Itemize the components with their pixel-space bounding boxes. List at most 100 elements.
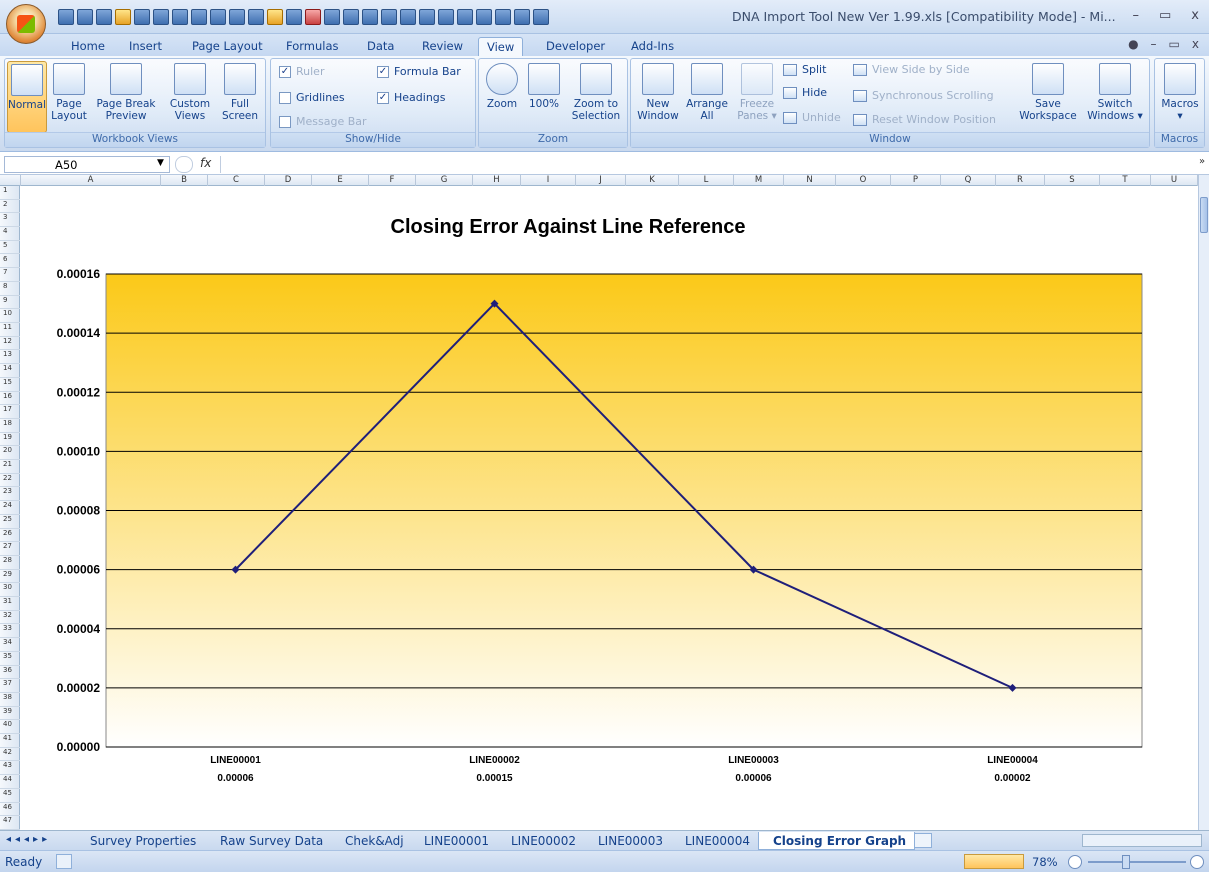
row-header[interactable]: 10 xyxy=(0,309,20,323)
row-header[interactable]: 25 xyxy=(0,515,20,529)
row-header[interactable]: 24 xyxy=(0,501,20,515)
column-header[interactable]: J xyxy=(576,175,626,186)
toolbar-icon[interactable] xyxy=(191,9,207,25)
sheet-tab[interactable]: Raw Survey Data xyxy=(206,832,331,850)
undo-icon[interactable] xyxy=(77,9,93,25)
row-header[interactable]: 43 xyxy=(0,761,20,776)
tab-add-ins[interactable]: Add-Ins xyxy=(623,37,682,56)
horizontal-scrollbar[interactable] xyxy=(1082,834,1202,847)
freeze-panes-button[interactable]: Freeze Panes ▾ xyxy=(733,61,781,122)
toolbar-icon[interactable] xyxy=(229,9,245,25)
column-header[interactable]: E xyxy=(312,175,369,186)
sheet-tab[interactable]: Survey Properties xyxy=(76,832,204,850)
minimize-button[interactable]: – xyxy=(1133,8,1140,23)
row-header[interactable]: 46 xyxy=(0,803,20,817)
tab-home[interactable]: Home xyxy=(63,37,113,56)
formula-input[interactable] xyxy=(220,156,1196,173)
row-header[interactable]: 19 xyxy=(0,433,20,447)
row-header[interactable]: 18 xyxy=(0,419,20,433)
toolbar-icon[interactable] xyxy=(324,9,340,25)
macro-record-icon[interactable] xyxy=(56,854,72,869)
column-header[interactable]: S xyxy=(1045,175,1100,186)
tab-review[interactable]: Review xyxy=(414,37,471,56)
row-header[interactable]: 31 xyxy=(0,597,20,611)
row-header[interactable]: 27 xyxy=(0,542,20,556)
sheet-tab[interactable]: LINE00001 xyxy=(410,832,497,850)
column-header[interactable]: I xyxy=(521,175,576,186)
view-buttons[interactable] xyxy=(964,854,1024,869)
row-header[interactable]: 22 xyxy=(0,474,20,488)
row-header[interactable]: 39 xyxy=(0,707,20,721)
tab-view[interactable]: View xyxy=(478,37,524,56)
split-button[interactable]: Split xyxy=(783,63,826,76)
row-header[interactable]: 8 xyxy=(0,282,20,296)
minimize-button[interactable]: – xyxy=(1151,37,1157,51)
zoom-level[interactable]: 78% xyxy=(1032,855,1058,869)
sheet-nav-arrows[interactable]: ◂◂◂▸▸ xyxy=(6,834,51,845)
switch-windows-button[interactable]: Switch Windows ▾ xyxy=(1083,61,1147,122)
toolbar-icon[interactable] xyxy=(457,9,473,25)
row-header[interactable]: 11 xyxy=(0,323,20,337)
gridlines-checkbox[interactable]: Gridlines xyxy=(279,91,345,104)
column-header[interactable]: Q xyxy=(941,175,996,186)
column-header[interactable]: G xyxy=(416,175,473,186)
zoom-out-icon[interactable] xyxy=(1068,855,1082,869)
row-header[interactable]: 21 xyxy=(0,460,20,474)
column-header[interactable]: A xyxy=(21,175,161,186)
sheet-tab[interactable]: LINE00003 xyxy=(584,832,671,850)
page-layout-button[interactable]: Page Layout xyxy=(49,61,89,122)
row-header[interactable]: 13 xyxy=(0,350,20,365)
row-header[interactable]: 17 xyxy=(0,405,20,419)
toolbar-icon[interactable] xyxy=(343,9,359,25)
row-header[interactable]: 45 xyxy=(0,789,20,803)
toolbar-icon[interactable] xyxy=(400,9,416,25)
row-header[interactable]: 37 xyxy=(0,679,20,693)
redo-icon[interactable] xyxy=(96,9,112,25)
toolbar-icon[interactable] xyxy=(438,9,454,25)
row-header[interactable]: 28 xyxy=(0,556,20,570)
column-header[interactable]: B xyxy=(161,175,208,186)
zoom-slider-thumb[interactable] xyxy=(1122,855,1130,869)
toolbar-icon[interactable] xyxy=(115,9,131,25)
row-header[interactable]: 36 xyxy=(0,666,20,680)
closing-error-chart[interactable]: Closing Error Against Line Reference 0.0… xyxy=(21,186,1198,830)
column-header[interactable]: F xyxy=(369,175,416,186)
function-cancel-icon[interactable] xyxy=(175,156,193,173)
zoom-in-icon[interactable] xyxy=(1190,855,1204,869)
row-header[interactable]: 6 xyxy=(0,255,20,269)
page-break-preview-button[interactable]: Page Break Preview xyxy=(91,61,161,122)
column-header[interactable]: C xyxy=(208,175,265,186)
row-header[interactable]: 29 xyxy=(0,570,20,584)
name-box[interactable]: A50 xyxy=(4,156,170,173)
toolbar-icon[interactable] xyxy=(134,9,150,25)
column-header[interactable]: O xyxy=(836,175,891,186)
help-icon[interactable]: ● xyxy=(1128,37,1138,51)
sheet-tab[interactable]: LINE00002 xyxy=(497,832,584,850)
custom-views-button[interactable]: Custom Views xyxy=(165,61,215,122)
print-icon[interactable] xyxy=(533,9,549,25)
row-header[interactable]: 41 xyxy=(0,734,20,748)
column-header[interactable]: R xyxy=(996,175,1045,186)
row-header[interactable]: 15 xyxy=(0,378,20,392)
select-all-corner[interactable] xyxy=(0,175,21,186)
zoom-button[interactable]: Zoom xyxy=(483,61,521,110)
reset-window-position-button[interactable]: Reset Window Position xyxy=(853,113,996,126)
column-header[interactable]: T xyxy=(1100,175,1151,186)
hide-button[interactable]: Hide xyxy=(783,86,827,99)
row-header[interactable]: 40 xyxy=(0,720,20,735)
column-header[interactable]: P xyxy=(891,175,941,186)
toolbar-icon[interactable] xyxy=(362,9,378,25)
row-header[interactable]: 7 xyxy=(0,268,20,282)
row-header[interactable]: 2 xyxy=(0,200,20,214)
zoom-100-button[interactable]: 100% xyxy=(525,61,563,110)
toolbar-icon[interactable] xyxy=(248,9,264,25)
restore-button[interactable]: ▭ xyxy=(1159,8,1171,23)
message-bar-checkbox[interactable]: Message Bar xyxy=(279,115,367,128)
toolbar-icon[interactable] xyxy=(210,9,226,25)
column-header[interactable]: K xyxy=(626,175,679,186)
close-button[interactable]: x xyxy=(1192,37,1199,51)
row-header[interactable]: 35 xyxy=(0,652,20,666)
warning-icon[interactable] xyxy=(267,9,283,25)
save-icon[interactable] xyxy=(58,9,74,25)
toolbar-icon[interactable] xyxy=(172,9,188,25)
